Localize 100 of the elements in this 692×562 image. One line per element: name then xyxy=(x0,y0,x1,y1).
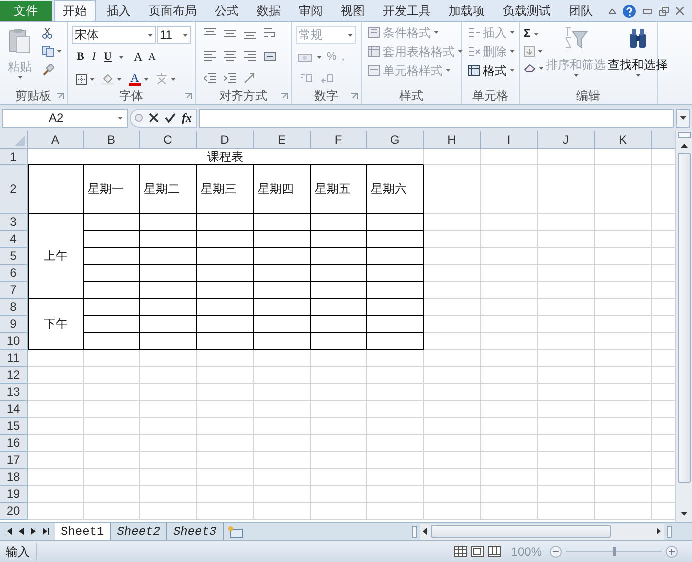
caret-icon[interactable] xyxy=(458,50,463,53)
row-header[interactable]: 2 xyxy=(0,165,28,214)
align-right-icon[interactable] xyxy=(244,50,256,62)
center-icon[interactable] xyxy=(224,50,236,62)
empty-cell[interactable] xyxy=(197,333,254,350)
row-header[interactable]: 11 xyxy=(0,350,28,367)
caret-icon[interactable] xyxy=(510,50,515,53)
row-header[interactable]: 14 xyxy=(0,401,28,418)
caret-icon[interactable] xyxy=(348,34,353,36)
empty-cell[interactable] xyxy=(311,282,367,299)
empty-cell[interactable] xyxy=(367,282,424,299)
caret-icon[interactable] xyxy=(317,56,322,59)
ribbon-tab[interactable]: 插入 xyxy=(98,1,140,21)
empty-cell[interactable] xyxy=(254,299,311,316)
empty-cell[interactable] xyxy=(367,333,424,350)
horizontal-scrollbar[interactable] xyxy=(420,524,664,540)
caret-icon[interactable] xyxy=(117,78,122,80)
scroll-left-icon[interactable] xyxy=(423,528,427,535)
italic-button[interactable]: I xyxy=(91,48,98,66)
dialog-launcher-icon[interactable] xyxy=(185,93,192,100)
row-header[interactable]: 18 xyxy=(0,469,28,486)
empty-cell[interactable] xyxy=(140,248,197,265)
minimize-icon[interactable] xyxy=(643,8,652,14)
empty-cell[interactable] xyxy=(367,265,424,282)
row-header[interactable]: 5 xyxy=(0,248,28,265)
caret-icon[interactable] xyxy=(636,74,640,77)
scroll-down-icon[interactable] xyxy=(680,512,688,516)
scroll-thumb[interactable] xyxy=(431,525,611,538)
scroll-up-icon[interactable] xyxy=(680,144,688,148)
font-color-button[interactable]: A xyxy=(129,72,141,86)
normal-view-icon[interactable] xyxy=(454,546,468,557)
ribbon-tab[interactable]: 页面布局 xyxy=(140,1,206,21)
empty-cell[interactable] xyxy=(254,231,311,248)
shrink-font-button[interactable]: A xyxy=(148,50,156,64)
column-header[interactable]: B xyxy=(84,131,140,149)
column-header[interactable]: E xyxy=(254,131,311,149)
row-header[interactable]: 13 xyxy=(0,384,28,401)
split-handle-icon[interactable] xyxy=(678,132,690,138)
column-header[interactable]: H xyxy=(424,131,481,149)
ribbon-tab[interactable]: 视图 xyxy=(332,1,374,21)
first-sheet-icon[interactable] xyxy=(6,528,12,535)
empty-cell[interactable] xyxy=(140,316,197,333)
empty-cell[interactable] xyxy=(140,299,197,316)
caret-icon[interactable] xyxy=(446,69,451,72)
insert-function-button[interactable]: fx xyxy=(182,109,192,127)
empty-cell[interactable] xyxy=(254,214,311,231)
caret-icon[interactable] xyxy=(539,66,544,70)
increase-indent-icon[interactable] xyxy=(224,73,236,84)
empty-cell[interactable] xyxy=(311,231,367,248)
dialog-launcher-icon[interactable] xyxy=(57,93,64,100)
empty-cell[interactable] xyxy=(140,265,197,282)
empty-cell[interactable] xyxy=(84,333,140,350)
help-icon[interactable] xyxy=(623,4,636,18)
split-handle-icon[interactable] xyxy=(667,526,672,538)
middle-align-icon[interactable] xyxy=(224,28,236,39)
caret-icon[interactable] xyxy=(510,31,515,34)
row-header[interactable]: 9 xyxy=(0,316,28,333)
empty-cell[interactable] xyxy=(367,316,424,333)
row-header[interactable]: 15 xyxy=(0,418,28,435)
empty-cell[interactable] xyxy=(197,248,254,265)
borders-icon[interactable] xyxy=(76,74,87,84)
bold-button[interactable]: B xyxy=(76,48,86,66)
wrap-text-icon[interactable] xyxy=(264,28,276,39)
empty-cell[interactable] xyxy=(367,299,424,316)
empty-cell[interactable] xyxy=(254,282,311,299)
scissors-icon[interactable] xyxy=(42,28,53,39)
close-icon[interactable] xyxy=(676,7,684,15)
dialog-launcher-icon[interactable] xyxy=(351,93,358,100)
last-sheet-icon[interactable] xyxy=(43,528,49,535)
zoom-slider[interactable] xyxy=(566,546,662,557)
empty-cell[interactable] xyxy=(140,282,197,299)
dialog-launcher-icon[interactable] xyxy=(281,93,288,100)
ribbon-tab[interactable]: 数据 xyxy=(248,1,290,21)
empty-cell[interactable] xyxy=(84,248,140,265)
caret-icon[interactable] xyxy=(18,76,22,79)
text-direction-icon[interactable] xyxy=(244,73,256,84)
empty-cell[interactable] xyxy=(311,299,367,316)
row-header[interactable]: 6 xyxy=(0,265,28,282)
ribbon-tab[interactable]: 加载项 xyxy=(440,1,494,21)
empty-cell[interactable] xyxy=(84,231,140,248)
eraser-icon[interactable] xyxy=(524,63,536,73)
column-header[interactable]: D xyxy=(197,131,254,149)
empty-cell[interactable] xyxy=(254,265,311,282)
empty-cell[interactable] xyxy=(84,316,140,333)
caret-icon[interactable] xyxy=(57,50,62,53)
empty-cell[interactable] xyxy=(367,214,424,231)
caret-icon[interactable] xyxy=(90,78,95,80)
row-header[interactable]: 12 xyxy=(0,367,28,384)
name-box[interactable]: A2 xyxy=(2,108,128,128)
page-layout-view-icon[interactable] xyxy=(471,546,484,557)
next-sheet-icon[interactable] xyxy=(31,528,36,535)
sheet-tab[interactable]: Sheet1 xyxy=(55,523,112,540)
expand-icon[interactable] xyxy=(680,116,686,120)
find-select-button[interactable]: 查找和选择 xyxy=(608,26,668,88)
column-header[interactable]: C xyxy=(140,131,197,149)
fill-color-icon[interactable] xyxy=(102,74,114,84)
ribbon-tab[interactable]: 开始 xyxy=(54,0,96,21)
empty-cell[interactable] xyxy=(311,248,367,265)
ribbon-tab[interactable]: 负载测试 xyxy=(494,1,560,21)
ribbon-tab[interactable]: 公式 xyxy=(206,1,248,21)
